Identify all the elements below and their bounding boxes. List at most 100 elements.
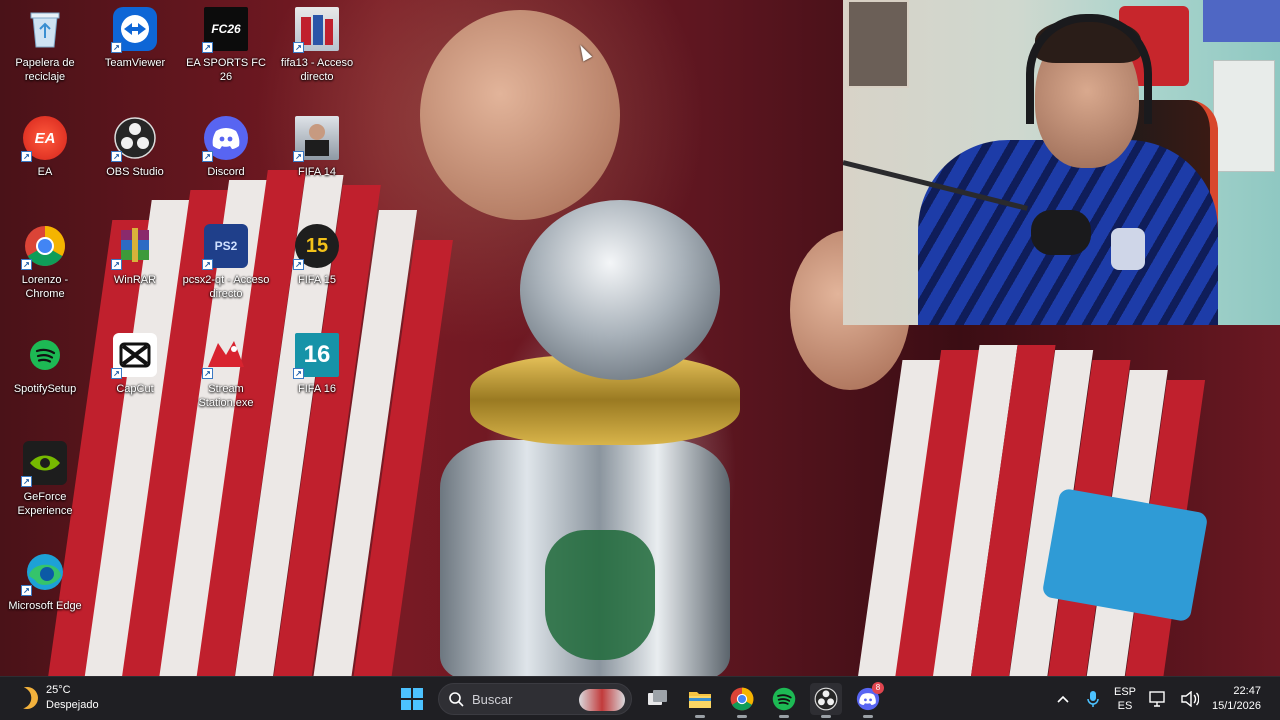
teamviewer-icon: ↗ [111, 7, 157, 53]
desktop-icon-recycle-bin[interactable]: Papelera de reciclaje [1, 7, 89, 84]
player-face [420, 10, 620, 220]
shortcut-arrow-icon: ↗ [21, 476, 32, 487]
fifa16-glyph: 16 [303, 341, 331, 368]
task-view-icon [648, 690, 667, 705]
desktop-icon-discord[interactable]: ↗ Discord [182, 116, 270, 179]
desktop-icon-label: FIFA 15 [298, 274, 336, 286]
search-icon [449, 691, 464, 707]
weather-widget[interactable]: 25°C Despejado [16, 683, 99, 713]
shortcut-arrow-icon: ↗ [202, 259, 213, 270]
moon-icon [12, 683, 41, 712]
desktop-icon-spotify-setup[interactable]: SpotifySetup [1, 333, 89, 396]
weather-temperature: 25°C [46, 684, 71, 696]
desktop-icon-fifa14[interactable]: ↗ FIFA 14 [273, 116, 361, 179]
recycle-bin-icon [23, 7, 67, 51]
stream-station-icon: ↗ [202, 333, 248, 379]
desktop-icon-winrar[interactable]: ↗ WinRAR [91, 224, 179, 287]
clock-time: 22:47 [1233, 685, 1261, 697]
desktop-icon-ea[interactable]: EA ↗ EA [1, 116, 89, 179]
desktop-icon-lorenzo-chrome[interactable]: ↗ Lorenzo - Chrome [1, 224, 89, 301]
shortcut-arrow-icon: ↗ [111, 259, 122, 270]
winrar-icon: ↗ [111, 224, 157, 270]
desktop-icon-ea-sports-fc-26[interactable]: FC26 ↗ EA SPORTS FC 26 [182, 7, 270, 84]
volume-button[interactable] [1180, 683, 1200, 715]
folder-icon [689, 692, 711, 708]
language-code: ESP [1114, 686, 1137, 698]
desktop-icon-label: Papelera de reciclaje [15, 57, 75, 83]
chevron-up-icon [1057, 695, 1069, 703]
desktop-icon-fifa16[interactable]: 16 ↗ FIFA 16 [273, 333, 361, 396]
chrome-icon: ↗ [21, 224, 67, 270]
microphone-icon [1031, 210, 1091, 255]
shortcut-arrow-icon: ↗ [111, 368, 122, 379]
spotify-icon [772, 687, 796, 711]
desktop-icon-label: FIFA 14 [298, 166, 336, 178]
spotify-button[interactable] [768, 683, 800, 718]
pcsx2-glyph: PS2 [214, 239, 238, 253]
desktop-icon-label: TeamViewer [104, 57, 166, 69]
microphone-tray-button[interactable] [1084, 683, 1102, 715]
task-view-button[interactable] [642, 683, 674, 715]
cam-jersey-crest [1111, 228, 1145, 270]
desktop-icon-fifa15[interactable]: 15 ↗ FIFA 15 [273, 224, 361, 287]
discord-button[interactable]: 8 [852, 682, 884, 718]
clock-button[interactable]: 22:47 15/1/2026 [1212, 684, 1265, 714]
shortcut-arrow-icon: ↗ [293, 42, 304, 53]
obs-button[interactable] [810, 683, 842, 718]
shortcut-arrow-icon: ↗ [202, 368, 213, 379]
file-explorer-button[interactable] [684, 683, 716, 718]
chrome-icon [730, 687, 754, 711]
search-placeholder: Buscar [472, 691, 513, 707]
desktop-icon-label: EA SPORTS FC 26 [186, 57, 266, 83]
cam-poster [847, 0, 909, 88]
fifa15-icon: 15 ↗ [293, 224, 339, 270]
network-button[interactable] [1148, 683, 1168, 715]
start-button[interactable] [396, 683, 428, 715]
desktop-icon-stream-station[interactable]: ↗ Stream Station.exe [182, 333, 270, 410]
shortcut-arrow-icon: ↗ [293, 368, 304, 379]
taskbar-search-box[interactable]: Buscar [438, 683, 632, 715]
cam-background-cloth [1203, 0, 1280, 42]
desktop-icon-label: Microsoft Edge [8, 600, 82, 612]
desktop-icon-pcsx2[interactable]: PS2 ↗ pcsx2-qt - Acceso directo [182, 224, 270, 301]
desktop-icon-microsoft-edge[interactable]: ↗ Microsoft Edge [1, 550, 89, 613]
shortcut-arrow-icon: ↗ [111, 42, 122, 53]
desktop-icon-obs-studio[interactable]: ↗ OBS Studio [91, 116, 179, 179]
desktop-icon-label: Lorenzo - Chrome [21, 274, 69, 300]
shortcut-arrow-icon: ↗ [21, 151, 32, 162]
desktop-icon-fifa13[interactable]: ↗ fifa13 - Acceso directo [273, 7, 361, 84]
desktop-icon-label: Stream Station.exe [198, 383, 254, 409]
shortcut-arrow-icon: ↗ [111, 151, 122, 162]
weather-condition: Despejado [46, 699, 99, 711]
desktop-icon-label: GeForce Experience [17, 491, 73, 517]
running-indicator [737, 715, 747, 718]
spotify-icon [23, 333, 67, 377]
desktop-icon-label: fifa13 - Acceso directo [280, 57, 354, 83]
input-language-button[interactable]: ESP ES [1114, 685, 1136, 713]
shortcut-arrow-icon: ↗ [293, 151, 304, 162]
shortcut-arrow-icon: ↗ [293, 259, 304, 270]
fc26-glyph: FC26 [211, 22, 241, 36]
edge-icon: ↗ [21, 550, 67, 596]
clock-date: 15/1/2026 [1212, 700, 1261, 712]
chrome-button[interactable] [726, 683, 758, 718]
weather-text: 25°C Despejado [46, 683, 99, 713]
shortcut-arrow-icon: ↗ [202, 42, 213, 53]
microphone-icon [1087, 691, 1099, 707]
desktop-icon-label: pcsx2-qt - Acceso directo [182, 274, 270, 300]
system-tray: ESP ES 22:47 15/1/2026 [1054, 677, 1265, 720]
fifa13-icon: ↗ [293, 7, 339, 53]
network-icon [1149, 691, 1165, 707]
search-highlight-graphic [579, 689, 625, 711]
desktop-icon-capcut[interactable]: ↗ CapCut [91, 333, 179, 396]
desktop-icon-label: OBS Studio [106, 166, 164, 178]
ea-app-icon: EA ↗ [21, 116, 67, 162]
show-hidden-icons-button[interactable] [1054, 683, 1072, 715]
windows-icon [401, 688, 423, 710]
trophy-ball [520, 200, 720, 380]
shortcut-arrow-icon: ↗ [21, 585, 32, 596]
desktop-icon-geforce-experience[interactable]: ↗ GeForce Experience [1, 441, 89, 518]
webcam-overlay [843, 0, 1280, 325]
taskbar: 25°C Despejado Buscar 8 ESP ES 22:47 15/… [0, 676, 1280, 720]
desktop-icon-teamviewer[interactable]: ↗ TeamViewer [91, 7, 179, 70]
